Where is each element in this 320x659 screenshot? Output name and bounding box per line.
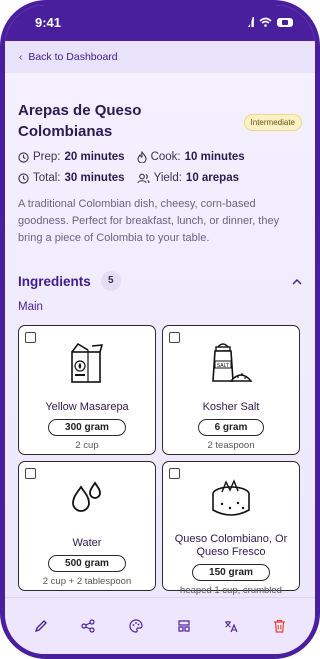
ingredient-grid: Yellow Masarepa 300 gram 2 cup SALT Kosh… [18, 325, 302, 596]
cook-time: Cook: 10 minutes [137, 151, 245, 163]
total-value: 30 minutes [64, 172, 125, 184]
screen: 9:41 ‹ Back to Dashboard Arepas de Queso… [5, 5, 315, 654]
trash-icon [273, 619, 285, 633]
ingredient-quantity: 150 gram [192, 564, 270, 581]
share-button[interactable] [77, 615, 99, 637]
ingredient-quantity: 500 gram [48, 555, 126, 572]
cheese-icon [212, 479, 250, 516]
package-icon [71, 342, 104, 383]
ingredients-count: 5 [100, 271, 121, 291]
prep-value: 20 minutes [64, 151, 125, 163]
ingredients-header[interactable]: Ingredients 5 [18, 271, 302, 291]
ingredient-alt-measure: 2 cup [75, 440, 99, 451]
prep-time: Prep: 20 minutes [18, 151, 125, 163]
ingredient-checkbox[interactable] [25, 332, 36, 343]
phone-frame: 9:41 ‹ Back to Dashboard Arepas de Queso… [0, 0, 320, 659]
notch [83, 5, 253, 35]
svg-text:SALT: SALT [217, 363, 229, 369]
time-row-2: Total: 30 minutes Yield: 10 arepas [18, 172, 302, 184]
salt-shaker-icon: SALT [212, 343, 253, 382]
battery-icon [277, 17, 293, 27]
delete-button[interactable] [268, 615, 290, 637]
ingredient-name: Water [72, 537, 102, 549]
difficulty-badge: Intermediate [243, 114, 302, 131]
layout-button[interactable] [173, 615, 195, 637]
palette-icon [129, 619, 143, 633]
wifi-icon [259, 17, 272, 27]
ingredient-name: Yellow Masarepa [45, 401, 129, 413]
ingredient-alt-measure: 2 cup + 2 tablespoon [42, 576, 132, 587]
bottom-toolbar [5, 597, 315, 654]
clock-icon [18, 151, 29, 163]
ingredient-group-label: Main [18, 301, 43, 313]
ingredient-alt-measure: heaped 1 cup, crumbled [180, 585, 282, 596]
recipe-description: A traditional Colombian dish, cheesy, co… [18, 198, 280, 244]
prep-label: Prep: [33, 151, 61, 163]
ingredient-checkbox[interactable] [25, 468, 36, 479]
recipe-content: Arepas de Queso Colombianas Intermediate… [5, 73, 315, 597]
yield-value: 10 arepas [185, 172, 239, 184]
ingredient-name: Queso Colombiano, Or Queso Fresco [174, 533, 288, 558]
edit-button[interactable] [30, 615, 52, 637]
share-icon [81, 619, 96, 633]
back-link[interactable]: ‹ Back to Dashboard [5, 41, 315, 73]
water-drops-icon [72, 481, 101, 512]
ingredient-card[interactable]: Water 500 gram 2 cup + 2 tablespoon [18, 461, 156, 591]
title-row: Arepas de Queso Colombianas Intermediate [18, 100, 302, 142]
ingredient-quantity: 300 gram [48, 419, 126, 436]
yield-label: Yield: [153, 172, 182, 184]
clock-icon [18, 172, 29, 184]
chevron-left-icon: ‹ [19, 51, 23, 63]
ingredient-checkbox[interactable] [169, 468, 180, 479]
back-label: Back to Dashboard [28, 51, 118, 63]
ingredients-title: Ingredients 5 [18, 271, 121, 291]
chevron-up-icon[interactable] [292, 278, 302, 285]
theme-button[interactable] [125, 615, 147, 637]
ingredient-card[interactable]: SALT Kosher Salt 6 gram 2 teaspoon [162, 325, 300, 455]
ingredient-card[interactable]: Queso Colombiano, Or Queso Fresco 150 gr… [162, 461, 300, 596]
ingredient-quantity: 6 gram [197, 419, 265, 436]
ingredient-name: Kosher Salt [202, 401, 260, 413]
recipe-title: Arepas de Queso Colombianas [18, 102, 142, 140]
ingredient-card[interactable]: Yellow Masarepa 300 gram 2 cup [18, 325, 156, 455]
translate-button[interactable] [220, 615, 242, 637]
translate-icon [225, 621, 238, 633]
total-label: Total: [33, 172, 61, 184]
flame-icon [137, 151, 147, 163]
ingredient-alt-measure: 2 teaspoon [207, 440, 255, 451]
total-time: Total: 30 minutes [18, 172, 125, 184]
cook-label: Cook: [150, 151, 181, 163]
cook-value: 10 minutes [184, 151, 245, 163]
ingredient-checkbox[interactable] [169, 332, 180, 343]
layout-icon [178, 620, 190, 632]
time-row-1: Prep: 20 minutes Cook: 10 minutes [18, 151, 302, 163]
ingredients-heading: Ingredients [18, 273, 91, 289]
edit-icon [34, 620, 47, 633]
status-time: 9:41 [35, 15, 62, 30]
yield: Yield: 10 arepas [137, 172, 239, 184]
users-icon [137, 173, 150, 183]
